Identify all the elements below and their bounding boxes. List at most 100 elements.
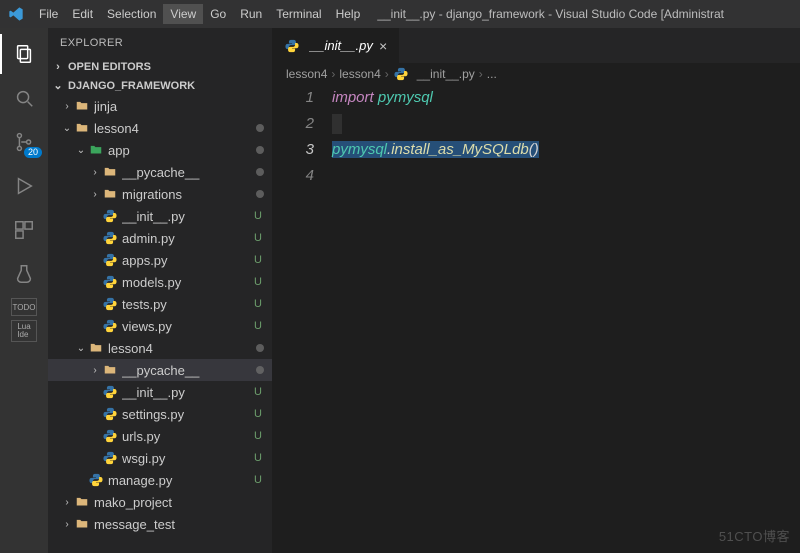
sidebar: EXPLORER ›OPEN EDITORS ⌄DJANGO_FRAMEWORK… — [48, 28, 272, 553]
menu-selection[interactable]: Selection — [100, 4, 163, 24]
menu-edit[interactable]: Edit — [65, 4, 100, 24]
tab-init-py[interactable]: __init__.py × — [272, 28, 400, 63]
tree-item-jinja[interactable]: ›jinja — [48, 95, 272, 117]
code-area[interactable]: 1234 import pymysqlpymysql.install_as_My… — [272, 85, 800, 553]
file-name: wsgi.py — [122, 451, 252, 466]
python-file-icon — [102, 230, 118, 246]
breadcrumbs[interactable]: lesson4›lesson4›__init__.py›... — [272, 63, 800, 85]
activity-source-control-icon[interactable]: 20 — [0, 122, 48, 162]
activity-search-icon[interactable] — [0, 78, 48, 118]
tree-item-message_test[interactable]: ›message_test — [48, 513, 272, 535]
titlebar: FileEditSelectionViewGoRunTerminalHelp _… — [0, 0, 800, 28]
line-gutter: 1234 — [272, 85, 332, 553]
python-file-icon — [102, 296, 118, 312]
section-open-editors[interactable]: ›OPEN EDITORS — [48, 58, 272, 76]
untracked-badge: U — [252, 232, 264, 244]
menu-help[interactable]: Help — [329, 4, 368, 24]
tab-bar: __init__.py × — [272, 28, 800, 63]
breadcrumb-item[interactable]: __init__.py — [417, 67, 475, 81]
tree-item-manage-py[interactable]: manage.pyU — [48, 469, 272, 491]
editor: __init__.py × lesson4›lesson4›__init__.p… — [272, 28, 800, 553]
untracked-badge: U — [252, 298, 264, 310]
python-file-icon — [102, 318, 118, 334]
python-file-icon — [102, 384, 118, 400]
tree-item-tests-py[interactable]: tests.pyU — [48, 293, 272, 315]
section-project[interactable]: ⌄DJANGO_FRAMEWORK — [48, 76, 272, 95]
tree-item-__pycache__[interactable]: ›__pycache__ — [48, 161, 272, 183]
file-name: migrations — [122, 187, 256, 202]
sidebar-title: EXPLORER — [48, 28, 272, 58]
file-tree: ›jinja⌄lesson4⌄app›__pycache__›migration… — [48, 95, 272, 553]
tree-item-models-py[interactable]: models.pyU — [48, 271, 272, 293]
modified-dot-icon — [256, 124, 264, 132]
folder-icon — [74, 516, 90, 532]
file-name: __pycache__ — [122, 363, 256, 378]
file-name: admin.py — [122, 231, 252, 246]
python-file-icon — [102, 450, 118, 466]
activity-extensions-icon[interactable] — [0, 210, 48, 250]
python-file-icon — [393, 66, 409, 82]
folder-icon — [102, 362, 118, 378]
untracked-badge: U — [252, 430, 264, 442]
python-file-icon — [102, 406, 118, 422]
activity-todo-icon[interactable]: TODO — [11, 298, 37, 316]
tree-item-__init__-py[interactable]: __init__.pyU — [48, 205, 272, 227]
folder-icon — [102, 186, 118, 202]
tree-item-settings-py[interactable]: settings.pyU — [48, 403, 272, 425]
tree-item-lesson4[interactable]: ⌄lesson4 — [48, 337, 272, 359]
vscode-logo-icon — [8, 6, 24, 22]
untracked-badge: U — [252, 320, 264, 332]
tree-item-apps-py[interactable]: apps.pyU — [48, 249, 272, 271]
file-name: models.py — [122, 275, 252, 290]
breadcrumb-item[interactable]: lesson4 — [286, 67, 327, 81]
tree-item-app[interactable]: ⌄app — [48, 139, 272, 161]
menu-file[interactable]: File — [32, 4, 65, 24]
modified-dot-icon — [256, 146, 264, 154]
tree-item-lesson4[interactable]: ⌄lesson4 — [48, 117, 272, 139]
menu-run[interactable]: Run — [233, 4, 269, 24]
tree-item-__pycache__[interactable]: ›__pycache__ — [48, 359, 272, 381]
modified-dot-icon — [256, 344, 264, 352]
file-name: tests.py — [122, 297, 252, 312]
tree-item-wsgi-py[interactable]: wsgi.pyU — [48, 447, 272, 469]
tree-item-mako_project[interactable]: ›mako_project — [48, 491, 272, 513]
file-name: views.py — [122, 319, 252, 334]
untracked-badge: U — [252, 452, 264, 464]
window-title: __init__.py - django_framework - Visual … — [369, 7, 792, 21]
tree-item-urls-py[interactable]: urls.pyU — [48, 425, 272, 447]
folder-icon — [88, 142, 104, 158]
folder-icon — [102, 164, 118, 180]
file-name: __init__.py — [122, 209, 252, 224]
folder-icon — [88, 340, 104, 356]
code-content[interactable]: import pymysqlpymysql.install_as_MySQLdb… — [332, 85, 800, 553]
modified-dot-icon — [256, 190, 264, 198]
modified-dot-icon — [256, 168, 264, 176]
python-file-icon — [102, 208, 118, 224]
file-name: app — [108, 143, 256, 158]
file-name: message_test — [94, 517, 264, 532]
file-name: mako_project — [94, 495, 264, 510]
menu-terminal[interactable]: Terminal — [269, 4, 328, 24]
file-name: lesson4 — [108, 341, 256, 356]
file-name: jinja — [94, 99, 264, 114]
breadcrumb-item[interactable]: ... — [487, 67, 497, 81]
python-file-icon — [102, 428, 118, 444]
folder-icon — [74, 120, 90, 136]
activity-run-icon[interactable] — [0, 166, 48, 206]
menu-view[interactable]: View — [163, 4, 203, 24]
activity-luaide-icon[interactable]: LuaIde — [11, 320, 37, 342]
tree-item-migrations[interactable]: ›migrations — [48, 183, 272, 205]
untracked-badge: U — [252, 210, 264, 222]
activity-explorer-icon[interactable] — [0, 34, 48, 74]
close-icon[interactable]: × — [379, 39, 387, 53]
scm-badge: 20 — [24, 147, 42, 158]
python-file-icon — [88, 472, 104, 488]
file-name: __init__.py — [122, 385, 252, 400]
tree-item-views-py[interactable]: views.pyU — [48, 315, 272, 337]
tree-item-admin-py[interactable]: admin.pyU — [48, 227, 272, 249]
breadcrumb-item[interactable]: lesson4 — [339, 67, 380, 81]
modified-dot-icon — [256, 366, 264, 374]
menu-go[interactable]: Go — [203, 4, 233, 24]
tree-item-__init__-py[interactable]: __init__.pyU — [48, 381, 272, 403]
activity-testing-icon[interactable] — [0, 254, 48, 294]
